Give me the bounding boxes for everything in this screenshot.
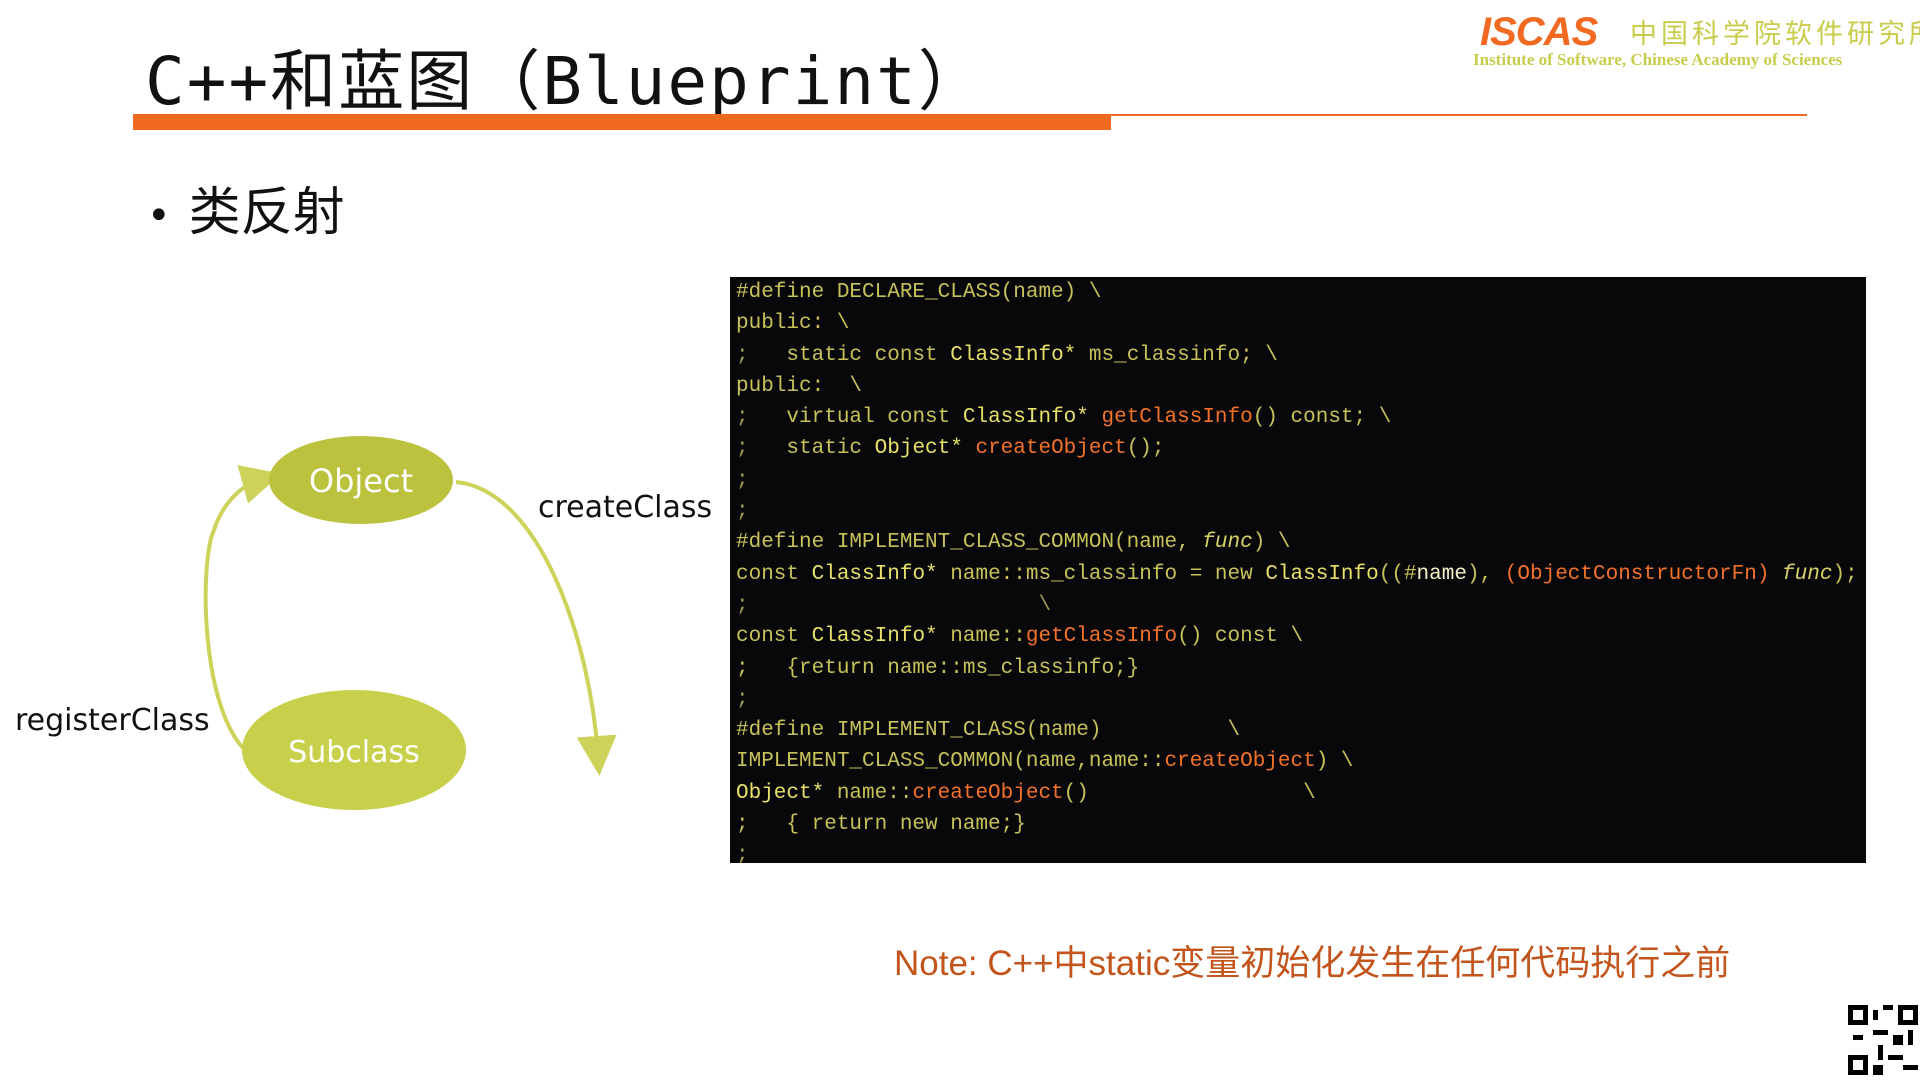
code-line: #define IMPLEMENT_CLASS_COMMON(name, fun… — [730, 527, 1866, 558]
code-token: Object* — [874, 437, 963, 461]
code-token: ClassInfo* — [962, 406, 1089, 430]
code-token: const — [736, 625, 812, 649]
title-underline — [1111, 114, 1807, 116]
code-line: ; — [730, 465, 1866, 496]
code-line: const ClassInfo* name::getClassInfo() co… — [730, 621, 1866, 652]
code-token: virtual const — [786, 406, 963, 430]
note-text: Note: C++中static变量初始化发生在任何代码执行之前 — [894, 944, 1731, 983]
bullet-dot-icon: • — [147, 193, 171, 239]
title-underline-accent — [133, 114, 1111, 130]
code-line: public: \ — [730, 371, 1866, 402]
code-token: ; — [736, 687, 749, 711]
code-line: ; { return new name;} — [730, 809, 1866, 840]
code-token: ms_classinfo; \ — [1076, 343, 1278, 367]
code-token: Object* — [736, 781, 825, 805]
code-token: ; {return name::ms_classinfo;} — [736, 656, 1140, 680]
code-line: const ClassInfo* name::ms_classinfo = ne… — [730, 559, 1866, 590]
code-token: ; \ — [736, 593, 1052, 617]
code-block: #define DECLARE_CLASS(name) \ public: \ ; … — [730, 277, 1866, 863]
code-token: ) \ — [1315, 750, 1354, 774]
code-line: ; — [730, 684, 1866, 715]
code-token: ) \ — [1252, 531, 1291, 555]
code-token: ; — [736, 343, 787, 367]
code-token: createObject — [975, 437, 1127, 461]
code-token: ; — [736, 468, 749, 492]
code-token: ; — [736, 406, 787, 430]
code-token: ClassInfo* — [811, 625, 938, 649]
code-token: ; — [736, 437, 787, 461]
code-token: public: \ — [736, 374, 863, 398]
code-token: getClassInfo — [1101, 406, 1253, 430]
code-token: name:: — [824, 781, 913, 805]
code-line: Object* name::createObject() \ — [730, 778, 1866, 809]
bullet-item: • 类反射 — [147, 170, 345, 245]
logo-english-name: Institute of Software, Chinese Academy o… — [1473, 50, 1843, 69]
code-token: getClassInfo — [1025, 625, 1178, 649]
code-token: public: \ — [736, 312, 850, 336]
code-token: ClassInfo* — [811, 562, 938, 586]
slide-title: C++和蓝图（Blueprint） — [145, 43, 986, 120]
code-token: createObject — [912, 781, 1064, 805]
code-token: const — [736, 562, 812, 586]
code-token: ((# — [1378, 562, 1417, 586]
code-line: ; \ — [730, 590, 1866, 621]
iscas-logo: ISCAS 中国科学院软件研究所 Institute of Software, … — [1470, 6, 1920, 69]
reflection-diagram: Object Subclass — [203, 436, 617, 810]
code-token: ; — [736, 844, 749, 863]
code-line: ; static Object* createObject(); — [730, 433, 1866, 464]
code-token: (); — [1126, 437, 1165, 461]
logo-mark: ISCAS — [1480, 10, 1598, 54]
code-token: (ObjectConstructorFn) — [1504, 562, 1770, 586]
code-line: ; — [730, 840, 1866, 863]
code-token: static const — [786, 343, 951, 367]
code-token: ); — [1832, 562, 1858, 586]
code-line: public: \ — [730, 308, 1866, 339]
code-line: ; virtual const ClassInfo* getClassInfo(… — [730, 402, 1866, 433]
code-token: func — [1782, 562, 1833, 586]
code-line: #define DECLARE_CLASS(name) \ — [730, 277, 1866, 308]
create-class-label: createClass — [538, 490, 713, 525]
code-token: func — [1202, 531, 1253, 555]
code-token: static — [786, 437, 875, 461]
subclass-node-label: Subclass — [288, 735, 420, 770]
code-token: #define IMPLEMENT_CLASS(name) \ — [736, 719, 1241, 743]
code-line: #define IMPLEMENT_CLASS(name) \ — [730, 715, 1866, 746]
code-token: #define DECLARE_CLASS(name) \ — [736, 281, 1102, 304]
qr-code-icon — [1848, 1005, 1918, 1075]
code-token: () \ — [1063, 781, 1316, 805]
register-class-arrow — [203, 464, 282, 750]
code-line: ; static const ClassInfo* ms_classinfo; … — [730, 340, 1866, 371]
code-token: () const; \ — [1252, 406, 1392, 430]
code-line: ; {return name::ms_classinfo;} — [730, 653, 1866, 684]
code-token: () const \ — [1177, 625, 1304, 649]
code-token: IMPLEMENT_CLASS_COMMON(name,name:: — [736, 750, 1165, 774]
code-token: #define IMPLEMENT_CLASS_COMMON(name, — [736, 531, 1203, 555]
code-token: ; { return new name;} — [736, 813, 1026, 837]
code-token: ), — [1466, 562, 1505, 586]
code-token: ClassInfo* — [950, 343, 1077, 367]
logo-chinese-name: 中国科学院软件研究所 — [1630, 19, 1920, 50]
code-token: name:: — [937, 625, 1026, 649]
code-line: ; — [730, 496, 1866, 527]
object-node-label: Object — [309, 462, 413, 500]
code-token: createObject — [1164, 750, 1316, 774]
code-token: name::ms_classinfo = new — [937, 562, 1266, 586]
code-token: ClassInfo — [1265, 562, 1379, 586]
code-token: name — [1416, 562, 1467, 586]
register-class-label: registerClass — [15, 703, 210, 738]
code-line: IMPLEMENT_CLASS_COMMON(name,name::create… — [730, 746, 1866, 777]
code-token: ; — [736, 500, 749, 524]
bullet-text: 类反射 — [188, 183, 345, 243]
